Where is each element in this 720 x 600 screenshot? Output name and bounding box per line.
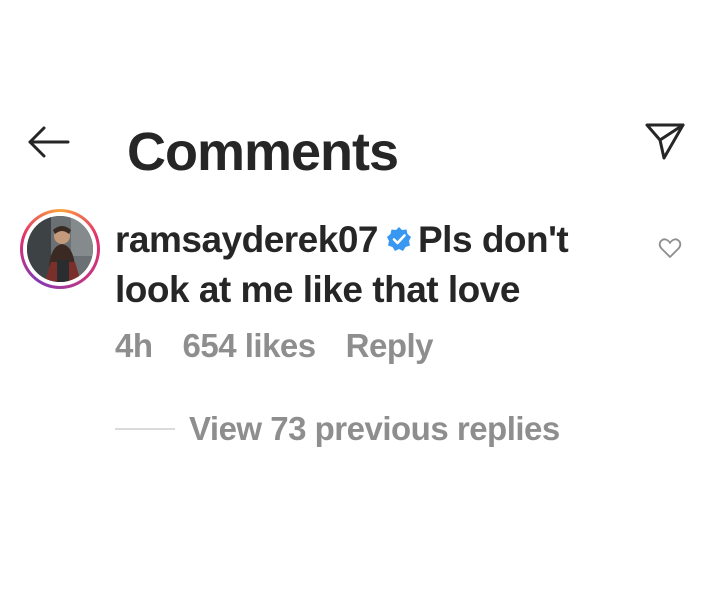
- paper-plane-icon: [645, 123, 685, 160]
- reply-button[interactable]: Reply: [346, 327, 434, 364]
- back-button[interactable]: [26, 124, 72, 160]
- comment-item: ramsayderek07 Pls don't look at me like …: [0, 205, 720, 465]
- verified-badge-icon: [386, 226, 412, 252]
- page-title: Comments: [127, 122, 399, 182]
- view-replies-button[interactable]: View 73 previous replies: [115, 410, 560, 450]
- comments-header: Comments: [0, 108, 720, 188]
- avatar-ring-gap: [23, 212, 97, 286]
- comment-meta: 4h 654 likes Reply: [115, 327, 463, 371]
- comment-username[interactable]: ramsayderek07: [115, 219, 379, 260]
- view-replies-label: View 73 previous replies: [189, 410, 560, 447]
- arrow-left-icon: [28, 126, 70, 158]
- avatar[interactable]: [20, 209, 100, 289]
- replies-divider: [115, 428, 175, 430]
- like-button[interactable]: [657, 235, 683, 261]
- profile-photo: [27, 216, 93, 282]
- comment-timestamp: 4h: [115, 327, 153, 364]
- comment-text: ramsayderek07 Pls don't look at me like …: [115, 215, 635, 315]
- likes-count[interactable]: 654 likes: [183, 327, 317, 364]
- heart-outline-icon: [658, 238, 682, 258]
- share-button[interactable]: [644, 120, 686, 162]
